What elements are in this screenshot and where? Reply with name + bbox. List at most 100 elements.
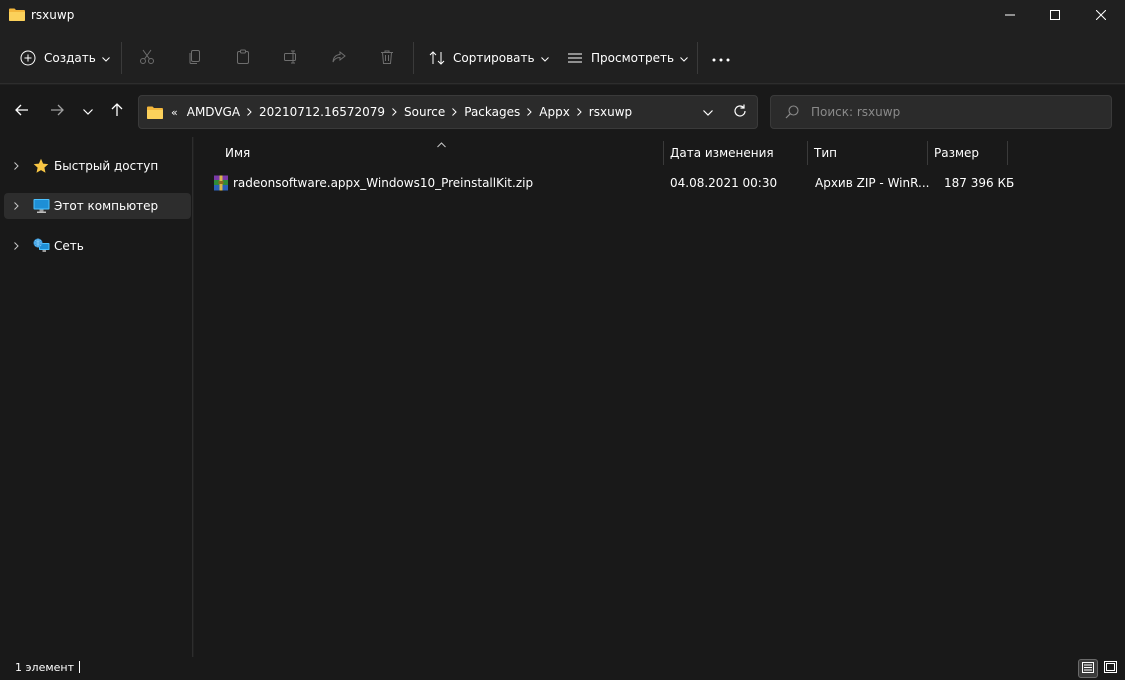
sidebar-item-label: Сеть: [54, 239, 84, 253]
file-type: Архив ZIP - WinR...: [815, 176, 930, 190]
copy-button[interactable]: [183, 46, 207, 70]
title-bar: rsxuwp: [0, 0, 1125, 32]
rename-button[interactable]: [279, 46, 303, 70]
details-view-button[interactable]: [1078, 659, 1098, 678]
column-divider[interactable]: [663, 141, 664, 165]
arrow-left-icon: [15, 104, 29, 119]
toolbar-divider: [121, 42, 122, 74]
chevron-down-icon: [83, 104, 93, 118]
close-button[interactable]: [1078, 0, 1124, 32]
breadcrumb-item[interactable]: rsxuwp: [584, 105, 637, 119]
chevron-right-icon[interactable]: [6, 202, 26, 210]
breadcrumb-item[interactable]: 20210712.16572079: [254, 105, 390, 119]
recent-locations-button[interactable]: [76, 99, 100, 123]
new-button[interactable]: Создать: [20, 42, 110, 74]
view-button[interactable]: Просмотреть: [567, 42, 688, 74]
file-size: 187 396 КБ: [944, 176, 1015, 190]
delete-icon: [379, 49, 395, 68]
view-list-icon: [567, 50, 583, 66]
sidebar-item-label: Этот компьютер: [54, 199, 159, 213]
column-header-label: Тип: [814, 146, 837, 160]
toolbar-divider: [697, 42, 698, 74]
details-view-icon: [1082, 661, 1094, 676]
column-header-date[interactable]: Дата изменения: [670, 141, 774, 165]
search-input[interactable]: [811, 104, 1101, 120]
new-button-label: Создать: [44, 51, 96, 65]
breadcrumb-item[interactable]: Appx: [534, 105, 575, 119]
chevron-down-icon: [101, 51, 110, 65]
view-button-label: Просмотреть: [591, 51, 675, 65]
address-bar[interactable]: « AMDVGA 20210712.16572079 Source Packag…: [138, 95, 758, 129]
chevron-down-icon: [540, 51, 549, 65]
copy-icon: [187, 49, 203, 68]
refresh-icon: [733, 104, 747, 121]
sort-icon: [429, 50, 445, 66]
paste-icon: [235, 49, 251, 68]
chevron-right-icon[interactable]: [6, 242, 26, 250]
maximize-icon: [1050, 9, 1060, 23]
minimize-icon: [1005, 9, 1015, 23]
breadcrumb-overflow[interactable]: «: [167, 106, 182, 119]
sidebar-item-quick-access[interactable]: Быстрый доступ: [4, 153, 191, 179]
chevron-right-icon[interactable]: [6, 162, 26, 170]
sort-button[interactable]: Сортировать: [429, 42, 549, 74]
file-date: 04.08.2021 00:30: [670, 176, 778, 190]
arrow-right-icon: [50, 104, 64, 119]
column-header-label: Дата изменения: [670, 146, 774, 160]
column-header-size[interactable]: Размер: [934, 141, 979, 165]
share-button[interactable]: [327, 46, 351, 70]
arrow-up-icon: [111, 102, 123, 120]
breadcrumb-item[interactable]: Source: [399, 105, 450, 119]
column-header-label: Размер: [934, 146, 980, 160]
back-button[interactable]: [10, 99, 34, 123]
sort-button-label: Сортировать: [453, 51, 535, 65]
forward-button[interactable]: [45, 99, 69, 123]
paste-button[interactable]: [231, 46, 255, 70]
window-title: rsxuwp: [31, 8, 75, 22]
share-icon: [331, 49, 347, 68]
breadcrumb-item[interactable]: AMDVGA: [182, 105, 245, 119]
cut-button[interactable]: [135, 46, 159, 70]
chevron-right-icon[interactable]: [450, 106, 459, 119]
address-history-button[interactable]: [697, 101, 719, 123]
more-icon: [712, 51, 730, 65]
folder-icon: [147, 106, 163, 119]
file-row[interactable]: radeonsoftware.appx_Windows10_Preinstall…: [208, 173, 1014, 195]
chevron-right-icon[interactable]: [575, 106, 584, 119]
column-divider[interactable]: [807, 141, 808, 165]
more-button[interactable]: [709, 46, 733, 70]
sidebar-item-network[interactable]: Сеть: [4, 233, 191, 259]
sidebar-item-label: Быстрый доступ: [54, 159, 159, 173]
breadcrumb-item[interactable]: Packages: [459, 105, 525, 119]
chevron-down-icon: [680, 51, 688, 65]
file-name: radeonsoftware.appx_Windows10_Preinstall…: [233, 176, 534, 190]
column-header-name[interactable]: Имя: [225, 141, 250, 165]
network-icon: [32, 237, 50, 255]
navigation-bar: « AMDVGA 20210712.16572079 Source Packag…: [0, 85, 1125, 137]
chevron-right-icon[interactable]: [245, 106, 254, 119]
search-box[interactable]: [770, 95, 1112, 129]
column-header-type[interactable]: Тип: [814, 141, 837, 165]
maximize-button[interactable]: [1032, 0, 1078, 32]
refresh-button[interactable]: [729, 101, 751, 123]
status-bar: 1 элемент: [0, 657, 1125, 680]
up-button[interactable]: [105, 99, 129, 123]
sidebar-item-this-pc[interactable]: Этот компьютер: [4, 193, 191, 219]
delete-button[interactable]: [375, 46, 399, 70]
column-divider[interactable]: [927, 141, 928, 165]
column-divider[interactable]: [1007, 141, 1008, 165]
sort-ascending-icon: [437, 137, 446, 151]
tiles-view-icon: [1103, 661, 1117, 676]
search-icon: [785, 105, 799, 119]
chevron-down-icon: [703, 105, 713, 119]
toolbar-divider: [413, 42, 414, 74]
chevron-right-icon[interactable]: [390, 106, 399, 119]
chevron-right-icon[interactable]: [525, 106, 534, 119]
navigation-pane: Быстрый доступ Этот компьютер Сеть: [0, 137, 193, 657]
cut-icon: [139, 49, 155, 68]
computer-icon: [32, 197, 50, 215]
minimize-button[interactable]: [987, 0, 1033, 32]
tiles-view-button[interactable]: [1100, 659, 1120, 678]
plus-circle-icon: [20, 50, 36, 66]
close-icon: [1095, 9, 1107, 23]
